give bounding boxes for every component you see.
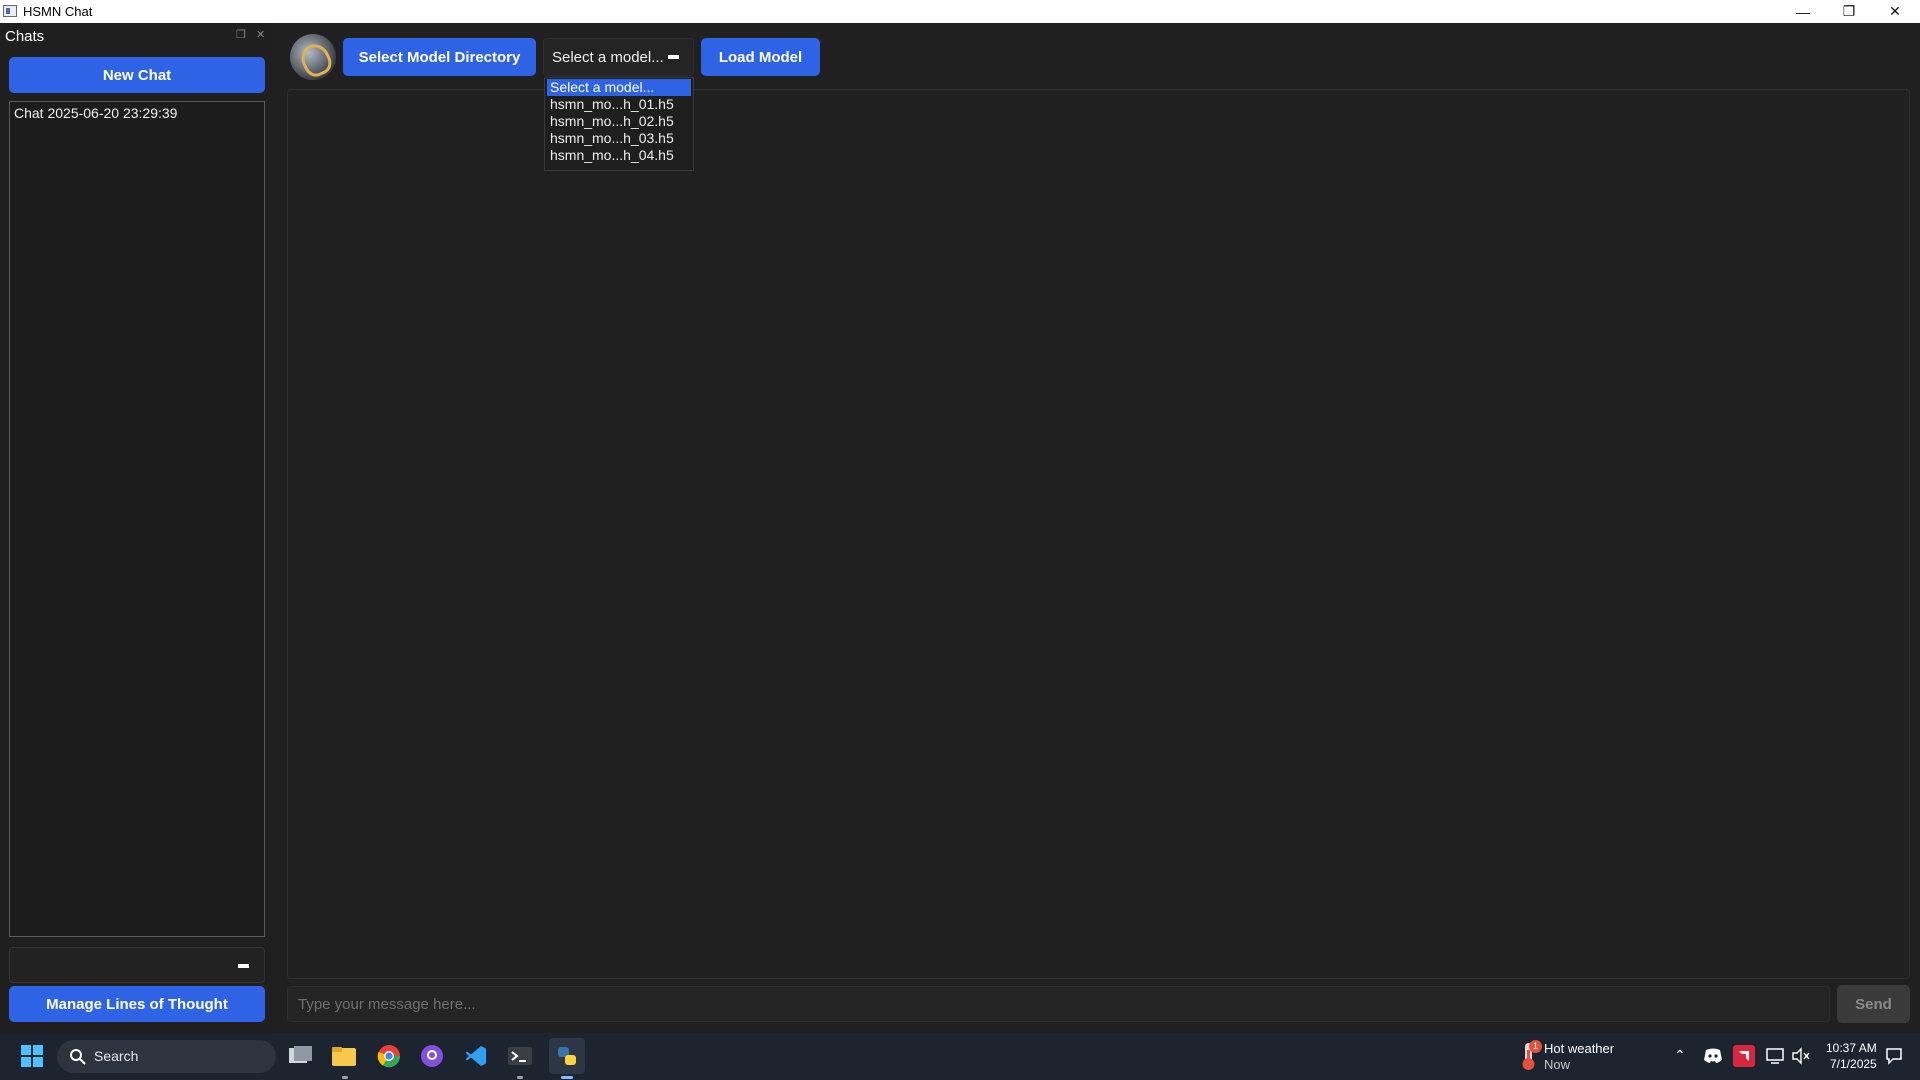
dock-title: Chats [5,28,45,45]
python-app-icon[interactable] [549,1038,585,1074]
model-dropdown-list: Select a model... hsmn_mo...h_01.h5 hsmn… [544,77,694,171]
dropdown-option[interactable]: hsmn_mo...h_04.h5 [547,147,691,164]
weather-title: Hot weather [1544,1041,1615,1056]
dropdown-indicator-icon [238,964,249,968]
dropdown-option[interactable]: hsmn_mo...h_01.h5 [547,96,691,113]
title-bar: HSMN Chat — ❐ ✕ [0,0,1920,23]
close-icon[interactable]: ✕ [1872,0,1918,23]
close-dock-icon[interactable]: ✕ [256,28,265,41]
clock-date[interactable]: 7/1/2025 [1830,1057,1877,1071]
weather-subtitle: Now [1544,1057,1571,1072]
weather-badge: 1 [1529,1040,1542,1053]
discord-icon[interactable] [1700,1043,1726,1069]
chrome-icon[interactable] [375,1042,403,1070]
task-view-icon[interactable] [287,1042,315,1070]
model-select[interactable]: Select a model... [543,38,694,76]
taskbar-search[interactable]: Search [57,1040,276,1073]
amd-icon[interactable] [1733,1045,1755,1067]
active-app-indicator [561,1076,573,1079]
chat-list: Chat 2025-06-20 23:29:39 [9,101,265,937]
dropdown-option[interactable]: Select a model... [547,79,691,96]
model-select-value: Select a model... [552,49,664,66]
notification-icon[interactable] [1882,1044,1906,1068]
send-button[interactable]: Send [1837,985,1910,1023]
lines-of-thought-select[interactable] [9,947,265,983]
manage-lines-of-thought-button[interactable]: Manage Lines of Thought [9,986,265,1022]
file-explorer-icon[interactable] [330,1042,358,1070]
list-item[interactable]: Chat 2025-06-20 23:29:39 [10,102,264,124]
volume-muted-icon[interactable] [1788,1044,1814,1068]
windows-start-icon[interactable] [18,1042,46,1070]
window-title: HSMN Chat [23,4,93,19]
new-chat-button[interactable]: New Chat [9,57,265,93]
taskbar: Search 1 Hot weather Now ⌃ 10:37 AM 7/1/… [0,1033,1920,1080]
running-app-indicator [517,1076,523,1079]
search-icon [70,1049,86,1065]
dropdown-indicator-icon [668,55,679,59]
weather-icon[interactable]: 1 [1516,1040,1542,1071]
dropdown-option[interactable]: hsmn_mo...h_03.h5 [547,130,691,147]
terminal-icon[interactable] [506,1042,534,1070]
restore-icon[interactable]: ❐ [1826,0,1872,23]
vscode-icon[interactable] [462,1042,490,1070]
chats-dock: Chats ❐ ✕ New Chat Chat 2025-06-20 23:29… [0,23,272,1033]
chat-display [287,89,1910,979]
logo-icon [290,34,336,80]
network-icon[interactable] [1762,1044,1788,1068]
github-icon[interactable] [418,1042,446,1070]
app-icon [3,5,17,17]
chevron-up-icon[interactable]: ⌃ [1674,1047,1686,1064]
clock-time[interactable]: 10:37 AM [1826,1041,1877,1055]
running-app-indicator [342,1076,348,1079]
select-model-directory-button[interactable]: Select Model Directory [343,38,536,76]
minimize-icon[interactable]: — [1780,0,1826,23]
search-label: Search [94,1048,139,1064]
load-model-button[interactable]: Load Model [701,38,820,76]
message-input[interactable] [287,986,1830,1022]
dropdown-option[interactable]: hsmn_mo...h_02.h5 [547,113,691,130]
float-dock-icon[interactable]: ❐ [236,28,246,41]
